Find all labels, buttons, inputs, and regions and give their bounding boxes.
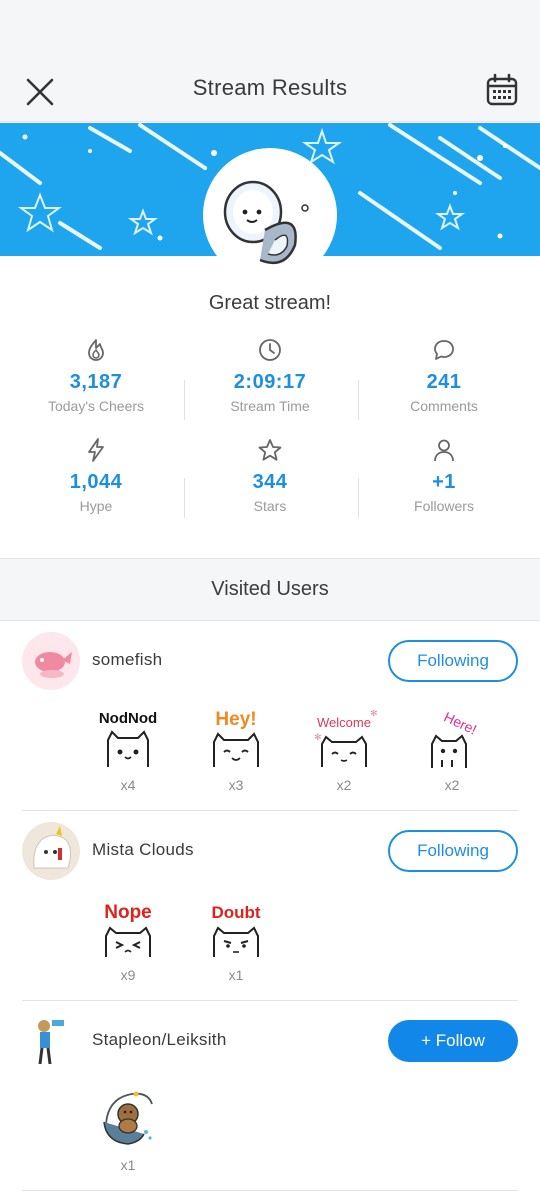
sticker-text: Nope (104, 902, 152, 923)
page-title: Stream Results (192, 75, 348, 100)
username[interactable]: Stapleon/Leiksith (92, 1030, 227, 1050)
stat-cheers: 3,187 Today's Cheers (9, 335, 183, 414)
stat-label: Followers (414, 498, 474, 514)
sticker-image: NodNod (99, 710, 157, 767)
clock-icon (259, 339, 281, 361)
sticker-nope: Nope x9 (88, 900, 168, 983)
sticker-otter: x1 (88, 1084, 168, 1173)
sticker-image: Welcome ✻ ✻ (314, 708, 378, 767)
sticker-image: Here! (431, 709, 480, 768)
stat-stream-time: 2:09:17 Stream Time (183, 335, 357, 414)
sticker-text: Hey! (215, 710, 256, 730)
svg-text:✻: ✻ (370, 710, 378, 718)
sticker-image: Doubt (211, 903, 261, 957)
sticker-image: Hey! (213, 709, 259, 767)
following-button[interactable]: Following (388, 830, 518, 872)
user-row-somefish: somefish Following NodNod x4 Hey! x3 Wel… (22, 622, 518, 811)
avatar[interactable] (22, 632, 80, 690)
section-title: Visited Users (211, 578, 329, 600)
lightning-icon (88, 438, 104, 462)
sticker-text: Here! (442, 710, 480, 738)
sticker-nodnod: NodNod x4 (88, 710, 168, 793)
stat-value: 344 (252, 471, 288, 493)
avatar[interactable] (22, 1012, 80, 1070)
sticker-doubt: Doubt x1 (196, 900, 276, 983)
stat-stars: 344 Stars (183, 435, 357, 514)
sticker-image (103, 1091, 153, 1145)
sticker-here: Here! x2 (412, 709, 492, 793)
stat-value: 241 (426, 371, 462, 393)
divider (184, 380, 185, 420)
sticker-welcome: Welcome ✻ ✻ x2 (304, 708, 384, 793)
top-app-bar: Stream Results (0, 60, 540, 122)
divider (358, 380, 359, 420)
star-icon (258, 439, 282, 461)
sticker-text: NodNod (99, 710, 157, 727)
follow-button[interactable]: + Follow (388, 1020, 518, 1062)
sticker-hey: Hey! x3 (196, 709, 276, 793)
sticker-count: x1 (228, 967, 244, 983)
sticker-text: Welcome (317, 715, 371, 730)
stat-label: Comments (410, 398, 478, 414)
user-row-stapleon: Stapleon/Leiksith + Follow x1 (22, 1002, 518, 1191)
avatar-image (22, 632, 80, 690)
stat-comments: 241 Comments (357, 335, 531, 414)
sticker-image: Nope (104, 902, 152, 957)
comment-icon (434, 340, 454, 360)
avatar-image (22, 822, 80, 880)
sticker-count: x2 (336, 777, 352, 793)
sticker-count: x1 (120, 1157, 136, 1173)
svg-text:✻: ✻ (314, 732, 322, 742)
user-row-mista-clouds: Mista Clouds Following Nope x9 Doubt x1 (22, 812, 518, 1001)
stat-value: +1 (432, 471, 456, 493)
sticker-count: x2 (444, 777, 460, 793)
following-button[interactable]: Following (388, 640, 518, 682)
person-icon (434, 439, 454, 462)
avatar[interactable] (22, 822, 80, 880)
stat-label: Stars (253, 498, 287, 514)
calendar-icon (486, 73, 518, 106)
stat-label: Hype (79, 498, 113, 514)
stat-hype: 1,044 Hype (9, 435, 183, 514)
visited-users-header: Visited Users (0, 558, 540, 621)
flame-icon (88, 339, 104, 361)
sticker-count: x4 (120, 777, 136, 793)
avatar-image (22, 1012, 80, 1070)
calendar-button[interactable] (484, 72, 520, 108)
avatar-illustration (223, 180, 309, 265)
sticker-count: x3 (228, 777, 244, 793)
stat-followers: +1 Followers (357, 435, 531, 514)
greeting-text: Great stream! (208, 292, 332, 314)
divider (184, 478, 185, 518)
username[interactable]: somefish (92, 650, 162, 670)
sticker-text: Doubt (211, 903, 260, 922)
streamer-avatar (205, 150, 335, 280)
username[interactable]: Mista Clouds (92, 840, 194, 860)
stat-value: 3,187 (69, 371, 123, 393)
divider (358, 478, 359, 518)
stat-label: Today's Cheers (47, 398, 145, 414)
stat-label: Stream Time (230, 398, 310, 414)
stat-value: 2:09:17 (233, 371, 307, 393)
status-bar-area (0, 0, 540, 60)
stat-value: 1,044 (69, 471, 123, 493)
sticker-count: x9 (120, 967, 136, 983)
